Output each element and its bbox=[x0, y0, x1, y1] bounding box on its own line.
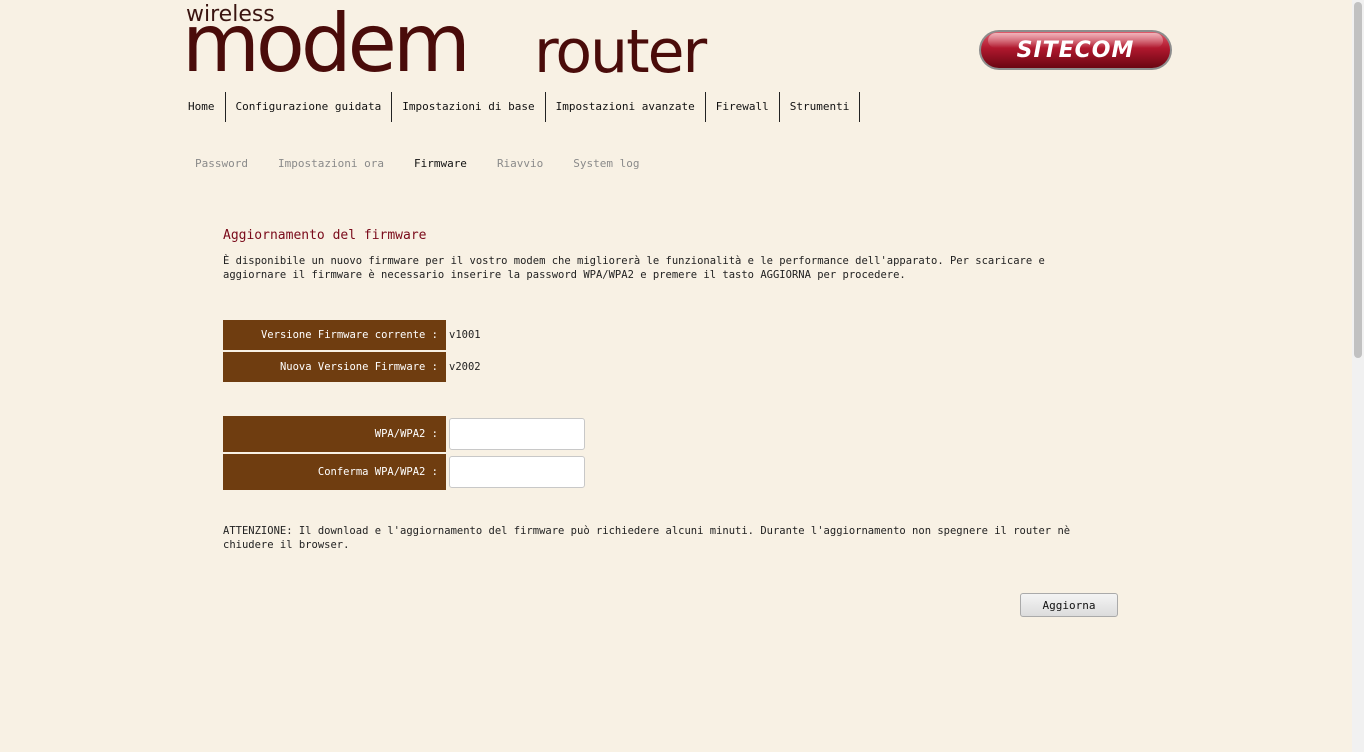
product-logo: wireless modem router bbox=[182, 2, 746, 87]
subnav-reboot[interactable]: Riavvio bbox=[497, 157, 543, 170]
subnav-system-log[interactable]: System log bbox=[573, 157, 639, 170]
logo-router-text: router bbox=[534, 17, 707, 87]
nav-tools[interactable]: Strumenti bbox=[780, 92, 861, 122]
logo-modem-text: modem bbox=[182, 0, 471, 90]
nav-basic-settings[interactable]: Impostazioni di base bbox=[392, 92, 546, 122]
new-firmware-label: Nuova Versione Firmware : bbox=[223, 352, 446, 382]
wpa-row: WPA/WPA2 : bbox=[223, 416, 585, 452]
main-nav: Home Configurazione guidata Impostazioni… bbox=[186, 92, 861, 122]
subnav-firmware[interactable]: Firmware bbox=[414, 157, 467, 170]
update-button[interactable]: Aggiorna bbox=[1020, 593, 1118, 617]
new-firmware-value: v2002 bbox=[449, 361, 481, 373]
current-firmware-label: Versione Firmware corrente : bbox=[223, 320, 446, 350]
subnav-time-settings[interactable]: Impostazioni ora bbox=[278, 157, 384, 170]
wpa-label: WPA/WPA2 : bbox=[223, 416, 446, 452]
brand-text: SITECOM bbox=[1017, 38, 1135, 63]
intro-text: È disponibile un nuovo firmware per il v… bbox=[223, 255, 1045, 281]
nav-firewall[interactable]: Firewall bbox=[706, 92, 780, 122]
sitecom-logo-icon: SITECOM bbox=[978, 29, 1173, 71]
confirm-wpa-label: Conferma WPA/WPA2 : bbox=[223, 454, 446, 490]
wpa-password-field[interactable] bbox=[449, 418, 585, 450]
nav-wizard[interactable]: Configurazione guidata bbox=[226, 92, 393, 122]
current-firmware-row: Versione Firmware corrente : v1001 bbox=[223, 320, 481, 350]
vertical-scrollbar[interactable] bbox=[1352, 0, 1364, 752]
content-panel: Aggiornamento del firmware È disponibile… bbox=[223, 228, 1113, 282]
confirm-wpa-row: Conferma WPA/WPA2 : bbox=[223, 454, 585, 490]
confirm-wpa-password-field[interactable] bbox=[449, 456, 585, 488]
page-title: Aggiornamento del firmware bbox=[223, 228, 427, 243]
subnav-password[interactable]: Password bbox=[195, 157, 248, 170]
sub-nav: Password Impostazioni ora Firmware Riavv… bbox=[195, 157, 670, 170]
nav-advanced-settings[interactable]: Impostazioni avanzate bbox=[546, 92, 706, 122]
nav-home[interactable]: Home bbox=[186, 92, 226, 122]
scrollbar-thumb[interactable] bbox=[1354, 2, 1362, 358]
warning-text: ATTENZIONE: Il download e l'aggiornament… bbox=[223, 525, 1071, 551]
new-firmware-row: Nuova Versione Firmware : v2002 bbox=[223, 352, 481, 382]
current-firmware-value: v1001 bbox=[449, 329, 481, 341]
page: wireless modem router SITECOM Home Confi… bbox=[0, 0, 1364, 752]
